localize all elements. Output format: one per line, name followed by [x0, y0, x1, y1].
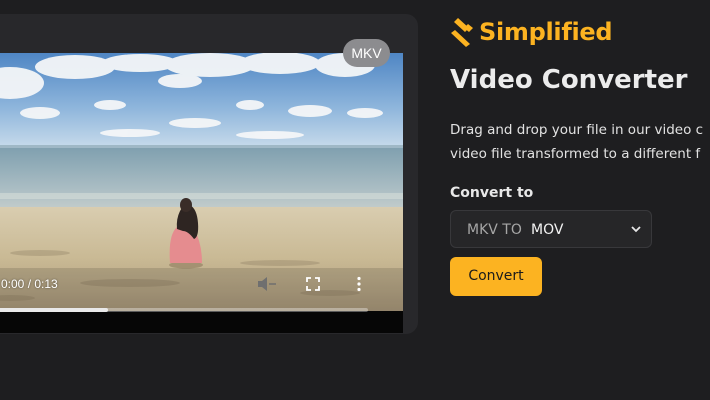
page: MKV 0:00 / 0:13 Simplified Video Convert…: [0, 0, 710, 400]
page-title: Video Converter: [450, 65, 688, 95]
video-preview-card: MKV 0:00 / 0:13: [0, 14, 418, 334]
source-format-label: MKV TO: [467, 222, 522, 238]
volume-muted-icon[interactable]: [257, 276, 277, 292]
chevron-down-icon: [631, 226, 641, 233]
video-progress-fill: [0, 308, 109, 312]
brand-logo[interactable]: Simplified: [449, 15, 613, 49]
description-line: Drag and drop your file in our video c: [450, 122, 704, 138]
simplified-logo-icon: [451, 18, 473, 47]
time-display: 0:00 / 0:13: [1, 277, 58, 291]
more-vertical-icon[interactable]: [354, 276, 364, 292]
convert-button[interactable]: Convert: [450, 257, 542, 296]
description: Drag and drop your file in our video c v…: [450, 118, 710, 166]
target-format-value: MOV: [531, 222, 564, 238]
format-select-dropdown[interactable]: MKV TO MOV: [450, 210, 652, 248]
brand-name: Simplified: [479, 18, 613, 46]
description-line: video file transformed to a different f: [450, 146, 701, 162]
video-progress-bar[interactable]: [0, 308, 368, 312]
convert-to-label: Convert to: [450, 185, 534, 201]
fullscreen-icon[interactable]: [306, 277, 320, 291]
format-badge: MKV: [343, 39, 390, 67]
video-controls: 0:00 / 0:13: [0, 263, 384, 323]
